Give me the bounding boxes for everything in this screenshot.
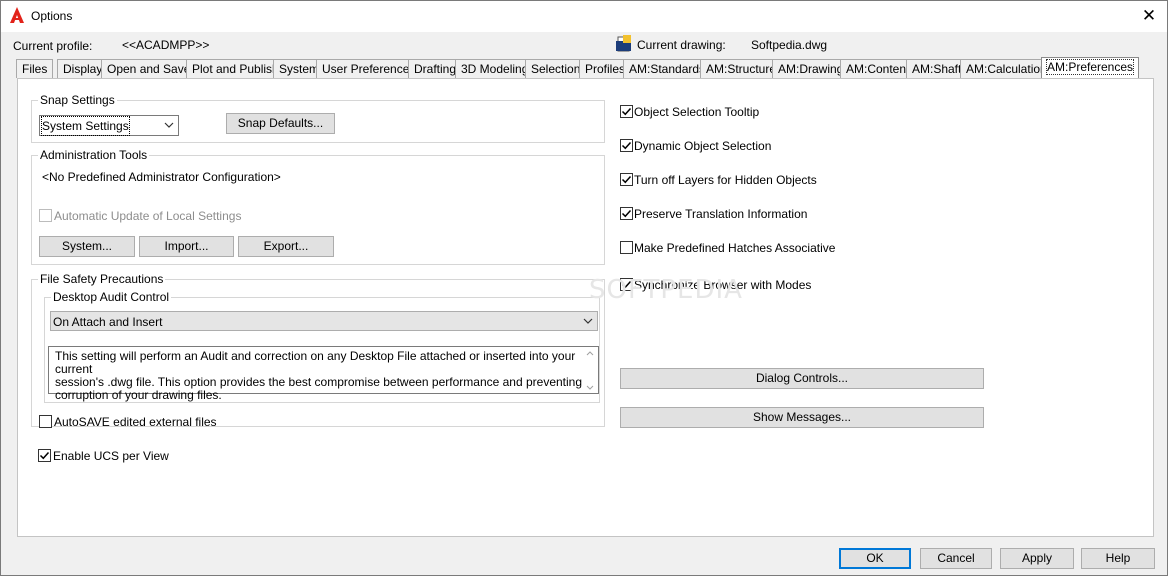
window-title: Options <box>31 9 73 23</box>
ok-button[interactable]: OK <box>839 548 911 569</box>
tab-files[interactable]: Files <box>16 59 54 78</box>
current-profile-label: Current profile: <box>13 39 93 53</box>
snap-settings-title: Snap Settings <box>38 93 117 107</box>
dynamic-object-selection-label: Dynamic Object Selection <box>634 139 772 153</box>
admin-config-text: <No Predefined Administrator Configurati… <box>42 170 281 184</box>
file-safety-title: File Safety Precautions <box>38 272 166 286</box>
audit-description-line-1: This setting will perform an Audit and c… <box>55 349 576 376</box>
tab-am-shaft[interactable]: AM:Shaft <box>906 59 968 78</box>
apply-button[interactable]: Apply <box>1000 548 1074 569</box>
help-button[interactable]: Help <box>1081 548 1155 569</box>
audit-description-box[interactable]: This setting will perform an Audit and c… <box>48 346 599 402</box>
snap-settings-dropdown[interactable]: System Settings <box>39 115 179 136</box>
snap-settings-selected: System Settings <box>41 116 130 136</box>
chevron-down-icon <box>164 122 174 128</box>
title-bar: Options ✕ <box>1 1 1167 32</box>
enable-ucs-label: Enable UCS per View <box>53 449 169 463</box>
tab-drafting[interactable]: Drafting <box>408 59 463 78</box>
desktop-audit-dropdown[interactable]: On Attach and Insert <box>50 311 598 331</box>
dialog-controls-button[interactable]: Dialog Controls... <box>620 368 984 389</box>
current-drawing-label: Current drawing: <box>637 38 726 52</box>
admin-system-button[interactable]: System... <box>39 236 135 257</box>
tab-3d-modeling[interactable]: 3D Modeling <box>455 59 535 78</box>
show-messages-button[interactable]: Show Messages... <box>620 407 984 428</box>
administration-tools-title: Administration Tools <box>38 148 150 162</box>
turn-off-layers-label: Turn off Layers for Hidden Objects <box>634 173 817 187</box>
admin-export-button[interactable]: Export... <box>238 236 334 257</box>
desktop-audit-group: Desktop Audit Control On Attach and Inse… <box>44 290 600 403</box>
options-dialog: Options ✕ Current profile: <<ACADMPP>> C… <box>0 0 1168 576</box>
cancel-button[interactable]: Cancel <box>920 548 992 569</box>
preserve-translation-checkbox[interactable] <box>620 207 633 220</box>
admin-import-button[interactable]: Import... <box>139 236 234 257</box>
object-selection-tooltip-checkbox[interactable] <box>620 105 633 118</box>
snap-settings-group: Snap Settings System Settings Snap Defau… <box>31 93 605 143</box>
tab-user-preferences[interactable]: User Preferences <box>316 59 422 78</box>
desktop-audit-selected: On Attach and Insert <box>53 315 163 329</box>
description-scrollbar[interactable] <box>583 348 597 394</box>
tab-content-panel: Snap Settings System Settings Snap Defau… <box>17 78 1154 537</box>
tab-am-calculation[interactable]: AM:Calculation <box>960 59 1053 78</box>
tab-am-content[interactable]: AM:Content <box>840 59 916 78</box>
enable-ucs-checkbox[interactable] <box>38 449 51 462</box>
auto-update-label: Automatic Update of Local Settings <box>54 209 242 223</box>
preserve-translation-label: Preserve Translation Information <box>634 207 808 221</box>
auto-update-checkbox[interactable] <box>39 209 52 222</box>
drawing-file-icon <box>616 35 631 52</box>
predefined-hatches-checkbox[interactable] <box>620 241 633 254</box>
current-profile-value: <<ACADMPP>> <box>122 38 210 52</box>
tab-am-preferences[interactable]: AM:Preferences <box>1041 57 1140 79</box>
predefined-hatches-label: Make Predefined Hatches Associative <box>634 241 836 255</box>
audit-description-line-3: corruption of your drawing files. <box>55 388 222 402</box>
softpedia-watermark: SOFTPEDIA <box>589 275 743 305</box>
tab-am-standards[interactable]: AM:Standards <box>623 59 712 78</box>
tab-am-structure[interactable]: AM:Structure <box>700 59 783 78</box>
file-safety-group: File Safety Precautions Desktop Audit Co… <box>31 272 605 429</box>
tab-plot-and-publish[interactable]: Plot and Publish <box>186 59 285 78</box>
autosave-label: AutoSAVE edited external files <box>54 415 217 429</box>
tab-am-drawing[interactable]: AM:Drawing <box>772 59 850 78</box>
desktop-audit-title: Desktop Audit Control <box>51 290 172 304</box>
close-icon[interactable]: ✕ <box>1131 1 1167 32</box>
dynamic-object-selection-checkbox[interactable] <box>620 139 633 152</box>
current-drawing-value: Softpedia.dwg <box>751 38 828 52</box>
autocad-logo-icon <box>10 7 24 23</box>
chevron-down-icon <box>583 318 593 324</box>
administration-tools-group: Administration Tools <No Predefined Admi… <box>31 148 605 265</box>
object-selection-tooltip-label: Object Selection Tooltip <box>634 105 760 119</box>
autosave-checkbox[interactable] <box>39 415 52 428</box>
turn-off-layers-checkbox[interactable] <box>620 173 633 186</box>
tab-selection[interactable]: Selection <box>525 59 587 78</box>
tab-open-and-save[interactable]: Open and Save <box>101 59 197 78</box>
snap-defaults-button[interactable]: Snap Defaults... <box>226 113 335 134</box>
